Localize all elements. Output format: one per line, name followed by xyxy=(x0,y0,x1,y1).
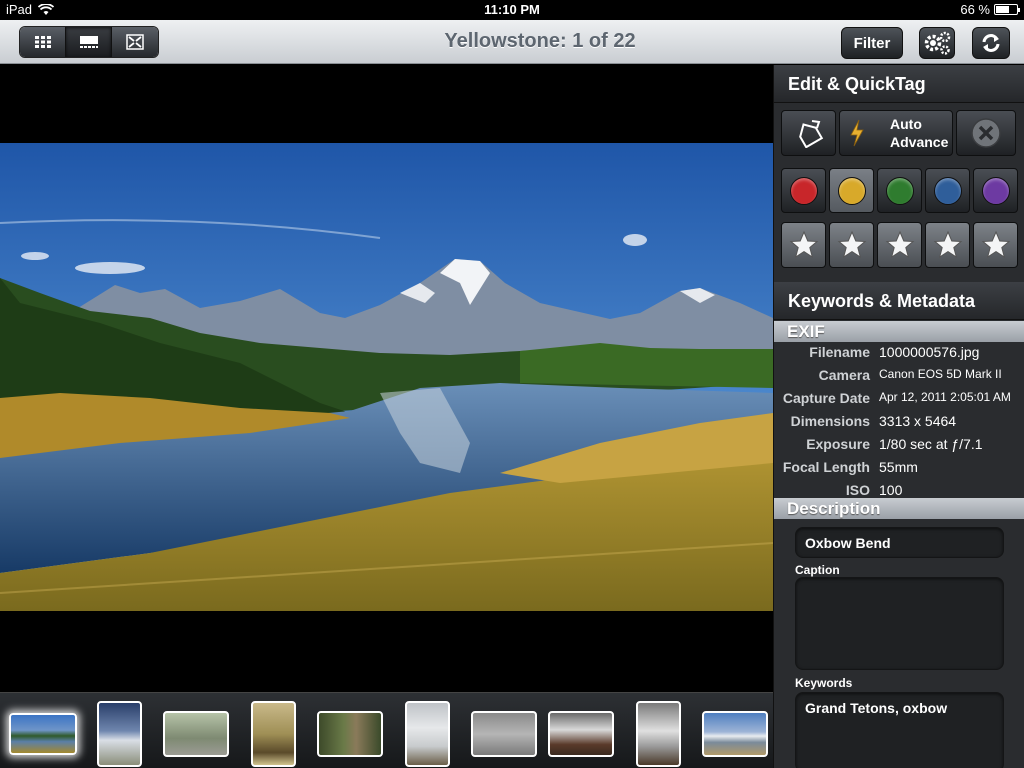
single-view-button[interactable] xyxy=(66,27,112,57)
exif-value: Canon EOS 5D Mark II xyxy=(879,367,1002,381)
rotate-icon xyxy=(798,120,823,148)
refresh-icon xyxy=(982,34,1000,52)
page-title: Yellowstone: 1 of 22 xyxy=(444,30,636,52)
star-4-button[interactable] xyxy=(925,222,970,268)
exif-value: 55mm xyxy=(879,459,918,475)
exif-value: 3313 x 5464 xyxy=(879,413,957,429)
grid-view-button[interactable] xyxy=(20,27,66,57)
exif-label: Dimensions xyxy=(790,413,870,429)
status-bar: iPad 11:10 PM 66 % xyxy=(0,0,1024,20)
filmstrip[interactable] xyxy=(0,692,773,768)
thumbnail[interactable] xyxy=(702,711,768,757)
auto-advance-line1: Auto xyxy=(890,116,922,132)
caption-field[interactable] xyxy=(795,577,1004,670)
color-label-blue-button[interactable] xyxy=(925,168,970,213)
star-icon xyxy=(885,230,914,259)
battery-percent: 66 % xyxy=(960,2,990,17)
exif-value: 1/80 sec at ƒ/7.1 xyxy=(879,436,983,452)
star-5-button[interactable] xyxy=(973,222,1018,268)
app-window: iPad 11:10 PM 66 % Yellowstone: 1 of 22 … xyxy=(0,0,1024,768)
thumbnail[interactable] xyxy=(636,701,681,767)
thumbnail[interactable] xyxy=(471,711,537,757)
auto-advance-line2: Advance xyxy=(890,134,949,150)
keywords-label: Keywords xyxy=(795,676,853,690)
yellow-dot-icon xyxy=(837,176,866,205)
green-dot-icon xyxy=(885,176,914,205)
photo-viewer[interactable] xyxy=(0,65,773,692)
auto-advance-button[interactable]: Auto Advance xyxy=(839,110,953,156)
star-rating-row xyxy=(781,222,1018,268)
exif-row: Capture Date Apr 12, 2011 2:05:01 AM xyxy=(774,390,1024,412)
color-label-green-button[interactable] xyxy=(877,168,922,213)
toolbar: Yellowstone: 1 of 22 Filter xyxy=(0,20,1024,64)
thumbnail[interactable] xyxy=(251,701,296,767)
thumbnail[interactable] xyxy=(317,711,383,757)
star-icon xyxy=(981,230,1010,259)
exif-value: 1000000576.jpg xyxy=(879,344,980,360)
exif-value: Apr 12, 2011 2:05:01 AM xyxy=(879,390,1011,404)
gears-icon xyxy=(924,31,951,55)
thumbnail[interactable] xyxy=(163,711,229,757)
description-section-title: Description xyxy=(774,498,1024,519)
lightning-icon xyxy=(850,119,864,147)
red-dot-icon xyxy=(789,176,818,205)
exif-label: Capture Date xyxy=(782,390,870,406)
thumbnail[interactable] xyxy=(9,713,77,755)
filmstrip-icon xyxy=(79,36,98,48)
color-label-yellow-button[interactable] xyxy=(829,168,874,213)
title-field[interactable]: Oxbow Bend xyxy=(795,527,1004,558)
star-2-button[interactable] xyxy=(829,222,874,268)
color-label-purple-button[interactable] xyxy=(973,168,1018,213)
auto-advance-label: Auto Advance xyxy=(876,115,948,151)
exif-row: Camera Canon EOS 5D Mark II xyxy=(774,367,1024,389)
color-label-red-button[interactable] xyxy=(781,168,826,213)
star-icon xyxy=(933,230,962,259)
edit-panel: Edit & QuickTag Auto Advance Keywords & … xyxy=(773,65,1024,768)
exif-label: Camera xyxy=(818,367,870,383)
thumbnail[interactable] xyxy=(548,711,614,757)
exif-row: Dimensions 3313 x 5464 xyxy=(774,413,1024,435)
exif-row: Exposure 1/80 sec at ƒ/7.1 xyxy=(774,436,1024,458)
thumbnail[interactable] xyxy=(405,701,450,767)
exif-label: Filename xyxy=(809,344,870,360)
purple-dot-icon xyxy=(981,176,1010,205)
keywords-field[interactable]: Grand Tetons, oxbow xyxy=(795,692,1004,768)
quicktag-actions: Auto Advance xyxy=(781,110,1016,156)
star-3-button[interactable] xyxy=(877,222,922,268)
exif-label: ISO xyxy=(845,482,870,498)
caption-label: Caption xyxy=(795,563,840,577)
clock: 11:10 PM xyxy=(484,2,540,17)
color-label-row xyxy=(781,168,1018,213)
thumbnail[interactable] xyxy=(97,701,142,767)
exif-label: Exposure xyxy=(806,436,870,452)
battery-icon xyxy=(994,4,1020,15)
keywords-metadata-header: Keywords & Metadata xyxy=(774,282,1024,320)
blue-dot-icon xyxy=(933,176,962,205)
fullscreen-view-button[interactable] xyxy=(112,27,158,57)
fullscreen-icon xyxy=(126,34,144,50)
refresh-button[interactable] xyxy=(972,27,1010,59)
grid-icon xyxy=(34,36,51,48)
star-1-button[interactable] xyxy=(781,222,826,268)
exif-row: Filename 1000000576.jpg xyxy=(774,344,1024,366)
landscape-photo xyxy=(0,143,773,611)
exif-label: Focal Length xyxy=(782,459,870,475)
edit-quicktag-header: Edit & QuickTag xyxy=(774,65,1024,103)
exif-section-title: EXIF xyxy=(774,321,1024,342)
star-icon xyxy=(789,230,818,259)
exif-value: 100 xyxy=(879,482,903,498)
main-photo[interactable] xyxy=(0,143,773,611)
rotate-button[interactable] xyxy=(781,110,836,156)
view-mode-control xyxy=(19,26,159,58)
close-icon xyxy=(971,118,1001,148)
settings-button[interactable] xyxy=(919,27,955,59)
exif-row: Focal Length 55mm xyxy=(774,459,1024,481)
filter-button[interactable]: Filter xyxy=(841,27,903,59)
clear-button[interactable] xyxy=(956,110,1016,156)
star-icon xyxy=(837,230,866,259)
